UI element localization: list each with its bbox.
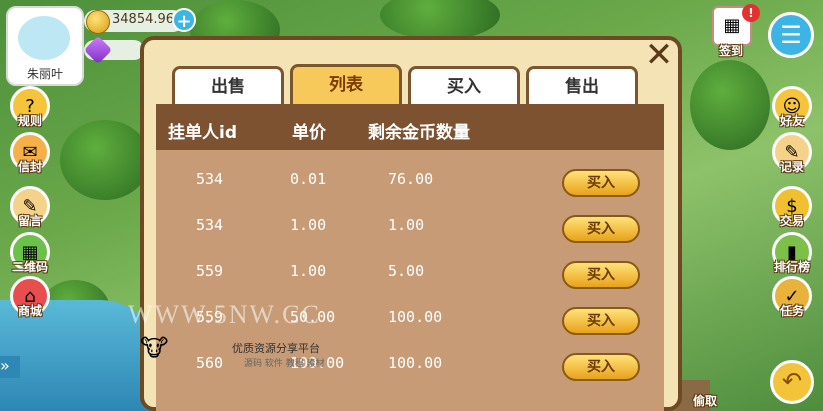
watermark-subtitle: 优质资源分享平台 [232, 342, 320, 355]
menu-label: 规则 [17, 114, 42, 128]
tree-decoration [690, 60, 770, 150]
menu-label: 商城 [17, 304, 42, 318]
coin-count: 34854.96 [112, 12, 175, 27]
tree-decoration [380, 0, 500, 40]
watermark: WWW.5NW.CC [128, 300, 321, 329]
column-header-remaining-coins: 剩余金币数量 [368, 123, 470, 143]
add-coins-button[interactable]: + [172, 8, 196, 32]
column-header-price: 单价 [292, 123, 326, 143]
menu-label: 记录 [779, 160, 804, 174]
table-cell-id: 559 [196, 262, 224, 280]
table-cell-amount: 100.00 [388, 354, 443, 372]
table-cell-amount: 100.00 [388, 308, 443, 326]
table-cell-price: 0.01 [290, 170, 327, 188]
table-cell-amount: 76.00 [388, 170, 434, 188]
table-cell-price: 1.00 [290, 262, 327, 280]
tab-sold[interactable]: 售出 [526, 66, 638, 106]
table-cell-id: 534 [196, 216, 224, 234]
close-icon[interactable]: ✕ [640, 36, 678, 74]
table-cell-amount: 1.00 [388, 216, 425, 234]
table-cell-amount: 5.00 [388, 262, 425, 280]
menu-label: 排行榜 [773, 260, 810, 274]
buy-button[interactable]: 买入 [562, 261, 640, 289]
menu-label: 信封 [17, 160, 42, 174]
player-avatar[interactable]: 朱丽叶 [6, 6, 84, 86]
menu-label: 任务 [779, 304, 804, 318]
buy-button[interactable]: 买入 [562, 307, 640, 335]
menu-label: 留言 [17, 214, 42, 228]
expand-arrow-icon[interactable]: » [0, 356, 20, 378]
tab-sell[interactable]: 出售 [172, 66, 284, 106]
avatar-face-icon [18, 16, 70, 60]
calendar-icon: ▦ [723, 15, 741, 36]
tree-decoration [60, 120, 150, 200]
cow-logo-icon: 🐮 [140, 334, 169, 362]
back-button[interactable]: ↶ [770, 360, 814, 404]
table-cell-price: 1.00 [290, 216, 327, 234]
tab-list[interactable]: 列表 [290, 64, 402, 106]
table-cell-id: 534 [196, 170, 224, 188]
steal-label[interactable]: 偷取 [680, 392, 730, 409]
player-name: 朱丽叶 [26, 67, 63, 81]
menu-label: 二维码 [11, 260, 48, 274]
coin-icon [86, 10, 110, 34]
table-cell-id: 560 [196, 354, 224, 372]
buy-button[interactable]: 买入 [562, 215, 640, 243]
checkin-label: 签到 [718, 44, 743, 58]
watermark-subtitle-2: 源码 软件 教程 素材 [244, 359, 325, 369]
column-header-seller-id: 挂单人id [168, 123, 237, 143]
tab-buy[interactable]: 买入 [408, 66, 520, 106]
buy-button[interactable]: 买入 [562, 353, 640, 381]
menu-label: 交易 [779, 214, 804, 228]
buy-button[interactable]: 买入 [562, 169, 640, 197]
notification-badge: ! [742, 4, 760, 22]
main-menu-button[interactable]: ☰ [768, 12, 814, 58]
menu-label: 好友 [779, 114, 804, 128]
